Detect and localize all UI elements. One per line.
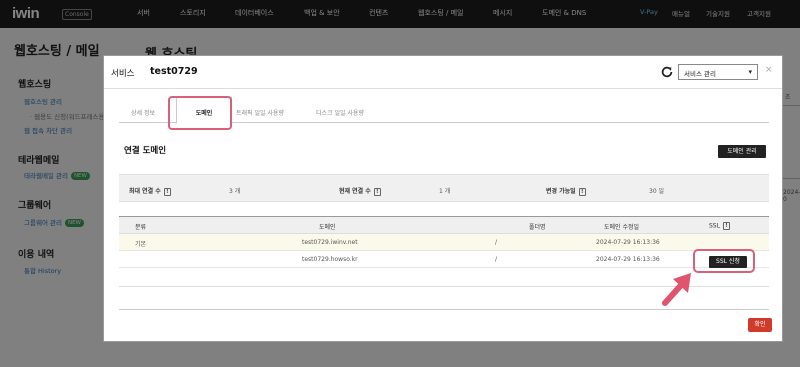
stat-label-text: 현재 연결 수 <box>339 188 371 195</box>
cell-type: 기본 <box>135 241 147 248</box>
stat-label-text: 최대 연결 수 <box>129 188 161 195</box>
tab-traffic[interactable]: 트래픽 일일 사용량 <box>236 108 284 117</box>
tab-disk[interactable]: 디스크 일일 사용량 <box>316 108 364 117</box>
info-icon[interactable]: ! <box>722 222 730 230</box>
cell-folder: / <box>495 239 498 246</box>
cell-folder: / <box>495 256 498 263</box>
stat-max-value: 3 개 <box>229 188 241 195</box>
info-icon[interactable]: ! <box>163 187 171 196</box>
stat-current-label: 현재 연결 수! <box>339 186 381 196</box>
cell-date: 2024-07-29 16:13:36 <box>596 256 660 263</box>
highlight-box-tab <box>168 96 232 130</box>
stats-bar: 최대 연결 수! 3 개 현재 연결 수! 1 개 변경 가능일! 30 일 <box>119 174 769 202</box>
refresh-icon[interactable] <box>660 65 674 79</box>
modal-header: 서비스 test0729 서비스 관리 ▾ × <box>104 56 782 89</box>
th-domain: 도메인 <box>319 224 336 231</box>
domain-manage-button[interactable]: 도메인 관리 <box>718 145 766 158</box>
pointer-arrow-icon <box>662 273 691 306</box>
stat-max-label: 최대 연결 수! <box>129 186 171 196</box>
modal-footer-line <box>119 309 769 310</box>
close-icon[interactable]: × <box>765 65 773 75</box>
table-header: 분류 도메인 폴더명 도메인 수정일 SSL! <box>119 216 769 234</box>
service-manage-select[interactable]: 서비스 관리 ▾ <box>678 64 758 80</box>
info-icon[interactable]: ! <box>373 187 381 196</box>
table-row: test0729.howso.kr / 2024-07-29 16:13:36 <box>119 251 769 268</box>
stat-label-text: 변경 가능일 <box>546 188 576 195</box>
highlight-box-ssl <box>693 249 755 273</box>
section-title: 연결 도메인 <box>124 146 167 156</box>
th-date: 도메인 수정일 <box>604 224 640 231</box>
stat-change-label: 변경 가능일! <box>546 186 586 196</box>
info-icon[interactable]: ! <box>578 187 586 196</box>
modal-title: 서비스 <box>111 69 135 79</box>
stat-current-value: 1 개 <box>439 188 451 195</box>
th-ssl: SSL! <box>709 222 730 230</box>
th-folder: 폴더명 <box>529 224 546 231</box>
service-modal: 서비스 test0729 서비스 관리 ▾ × 상세 정보 도메인 트래픽 일일… <box>103 55 783 342</box>
service-name: test0729 <box>150 66 198 77</box>
cell-date: 2024-07-29 16:13:36 <box>596 239 660 246</box>
th-type: 분류 <box>135 224 147 231</box>
cell-domain: test0729.iwinv.net <box>302 239 358 246</box>
confirm-button[interactable]: 확인 <box>748 318 772 332</box>
select-value: 서비스 관리 <box>684 70 716 78</box>
table-row: 기본 test0729.iwinv.net / 2024-07-29 16:13… <box>119 234 769 251</box>
th-ssl-text: SSL <box>709 222 720 230</box>
tab-details[interactable]: 상세 정보 <box>131 108 155 117</box>
stat-change-value: 30 일 <box>649 188 665 195</box>
chevron-down-icon: ▾ <box>748 68 752 76</box>
cell-domain: test0729.howso.kr <box>302 256 358 263</box>
